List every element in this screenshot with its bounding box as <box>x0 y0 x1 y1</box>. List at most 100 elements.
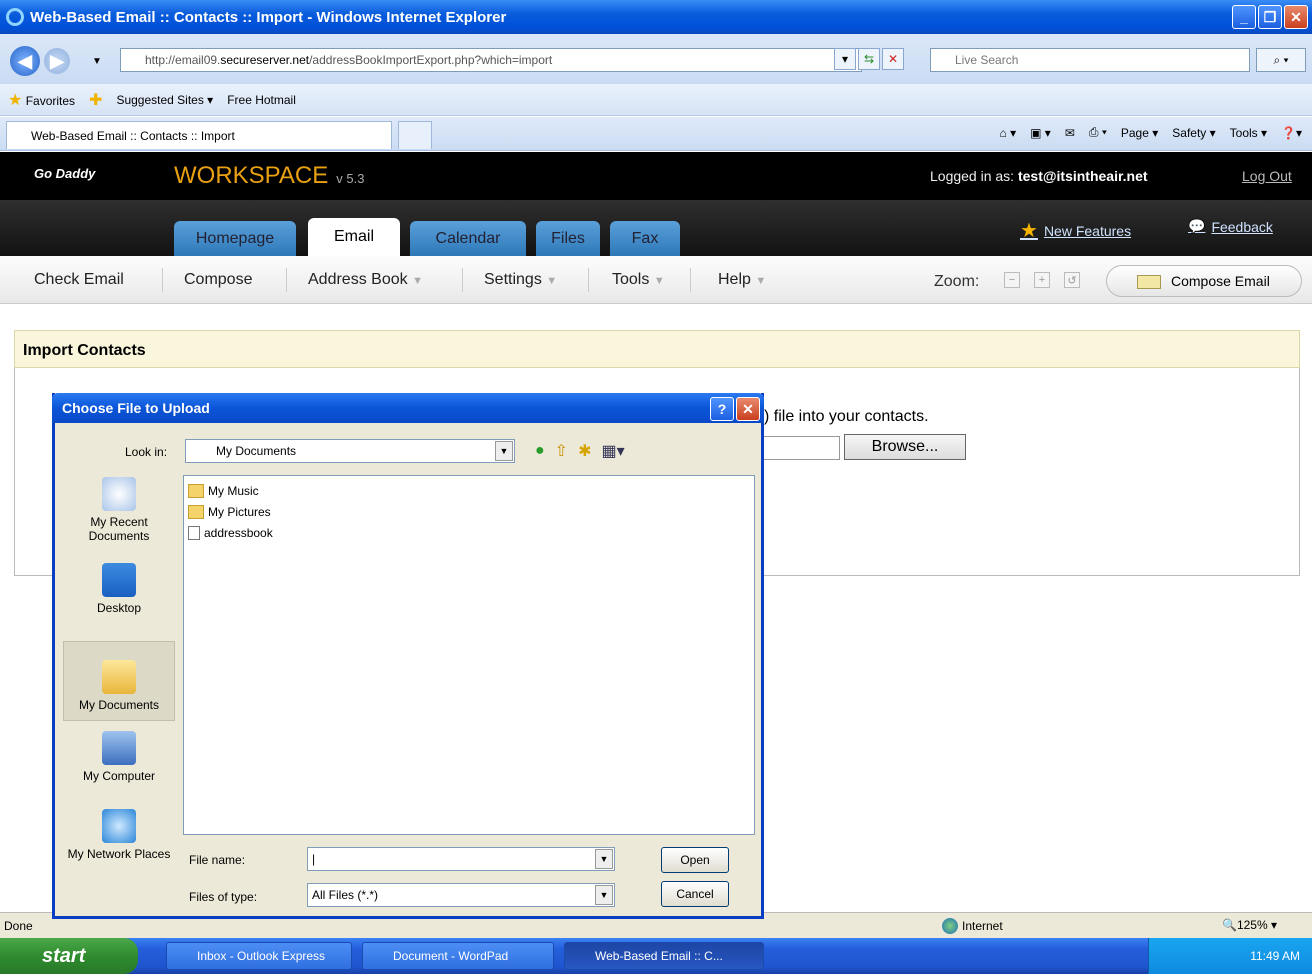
my-documents-icon <box>102 660 136 694</box>
place-my-documents[interactable]: My Documents <box>63 641 175 721</box>
system-tray: 11:49 AM <box>1148 938 1312 974</box>
logged-in-user: test@itsintheair.net <box>1017 168 1148 184</box>
taskbar: start Inbox - Outlook Express Document -… <box>0 938 1312 974</box>
tools-submenu[interactable]: Tools ▼ <box>612 271 665 289</box>
zone-label: Internet <box>962 919 1003 933</box>
workspace-version: v 5.3 <box>336 171 365 186</box>
help-icon[interactable]: ❓▾ <box>1281 126 1302 140</box>
back-button[interactable]: ◀ <box>10 46 40 76</box>
dialog-title: Choose File to Upload <box>62 400 210 416</box>
envelope-icon <box>1137 275 1161 289</box>
minimize-button[interactable]: _ <box>1232 5 1256 29</box>
file-name: My Music <box>208 483 259 498</box>
logout-link[interactable]: Log Out <box>1242 168 1292 184</box>
refresh-icon[interactable]: ⇆ <box>858 48 880 70</box>
zoom-level[interactable]: 🔍125% ▾ <box>1222 918 1277 932</box>
close-button[interactable]: ✕ <box>1284 5 1308 29</box>
safety-menu[interactable]: Safety ▾ <box>1172 126 1215 140</box>
history-dropdown-icon[interactable]: ▼ <box>92 56 102 67</box>
place-desktop[interactable]: Desktop <box>63 559 175 629</box>
new-features-link[interactable]: ★ New Features <box>1020 218 1131 243</box>
clock: 11:49 AM <box>1250 949 1300 963</box>
folder-icon <box>188 504 204 519</box>
list-item[interactable]: My Pictures <box>188 501 750 522</box>
view-menu-icon[interactable]: ▦▾ <box>601 441 624 461</box>
tab-homepage[interactable]: Homepage <box>174 221 296 256</box>
dialog-close-button[interactable]: ✕ <box>736 397 760 421</box>
file-name: addressbook <box>204 525 273 540</box>
files-of-type-value: All Files (*.*) <box>312 888 379 902</box>
tab-files[interactable]: Files <box>536 221 600 256</box>
tools-menu[interactable]: Tools ▾ <box>1230 126 1267 140</box>
tab-email[interactable]: Email <box>308 218 400 256</box>
stop-icon[interactable]: ✕ <box>882 48 904 70</box>
help-label: Help <box>718 271 751 288</box>
go-back-icon[interactable]: ● <box>535 442 545 460</box>
file-list[interactable]: My Music My Pictures addressbook <box>183 475 755 835</box>
place-network-places[interactable]: My Network Places <box>63 809 175 899</box>
files-of-type-label: Files of type: <box>189 890 258 904</box>
start-button[interactable]: start <box>0 938 138 974</box>
print-icon[interactable]: ⎙ ▾ <box>1089 125 1107 140</box>
new-tab-button[interactable] <box>398 121 432 149</box>
mail-icon[interactable]: ✉ <box>1065 126 1075 140</box>
compose-link[interactable]: Compose <box>184 271 252 289</box>
file-name-input[interactable]: | ▼ <box>307 847 615 871</box>
tab-fax[interactable]: Fax <box>610 221 680 256</box>
chevron-down-icon[interactable]: ▼ <box>595 885 613 905</box>
godaddy-logo[interactable]: Go Daddy <box>34 166 95 181</box>
browse-button[interactable]: Browse... <box>844 434 966 460</box>
place-my-computer[interactable]: My Computer <box>63 729 175 809</box>
zoom-out-icon[interactable]: − <box>1004 272 1020 288</box>
settings-menu[interactable]: Settings ▼ <box>484 271 557 289</box>
dialog-help-button[interactable]: ? <box>710 397 734 421</box>
compose-email-button[interactable]: Compose Email <box>1106 265 1302 297</box>
address-book-menu[interactable]: Address Book ▼ <box>308 271 423 289</box>
address-prefix: http://email09. <box>145 53 221 67</box>
star-icon: ★ <box>1020 220 1038 242</box>
place-label: My Recent Documents <box>88 515 150 543</box>
favorites-bar: ★ Favorites ✚ Suggested Sites ▾ Free Hot… <box>0 84 1312 116</box>
taskbar-item-outlook[interactable]: Inbox - Outlook Express <box>166 942 352 970</box>
place-recent-documents[interactable]: My Recent Documents <box>63 473 175 553</box>
chevron-down-icon[interactable]: ▼ <box>595 849 613 869</box>
zoom-label: Zoom: <box>934 273 980 290</box>
feedback-icon: 💬 <box>1188 218 1206 234</box>
add-favorite-icon[interactable]: ✚ <box>89 90 102 110</box>
up-folder-icon[interactable]: ⇧ <box>555 441 568 461</box>
address-dropdown-icon[interactable]: ▾ <box>834 48 856 70</box>
tab-calendar[interactable]: Calendar <box>410 221 526 256</box>
zoom-in-icon[interactable]: + <box>1034 272 1050 288</box>
help-menu[interactable]: Help ▼ <box>718 271 766 289</box>
cancel-button[interactable]: Cancel <box>661 881 729 907</box>
taskbar-item-wordpad[interactable]: Document - WordPad <box>362 942 554 970</box>
page-menu[interactable]: Page ▾ <box>1121 126 1158 140</box>
maximize-button[interactable]: ❐ <box>1258 5 1282 29</box>
search-icon[interactable]: ⌕ ▾ <box>1256 48 1306 72</box>
home-icon[interactable]: ⌂ ▾ <box>1000 126 1017 140</box>
forward-button[interactable]: ▶ <box>44 48 70 74</box>
import-instruction: ) file into your contacts. <box>764 408 929 425</box>
favorites-button[interactable]: ★ Favorites <box>8 90 75 110</box>
look-in-value: My Documents <box>216 444 297 458</box>
file-path-input[interactable] <box>760 436 840 460</box>
free-hotmail-link[interactable]: Free Hotmail <box>227 93 296 107</box>
search-input[interactable]: Live Search <box>930 48 1250 72</box>
address-path: /addressBookImportExport.php?which=impor… <box>309 53 553 67</box>
feeds-icon[interactable]: ▣ ▾ <box>1030 126 1051 140</box>
look-in-select[interactable]: My Documents ▼ <box>185 439 515 463</box>
open-button[interactable]: Open <box>661 847 729 873</box>
check-email-link[interactable]: Check Email <box>34 271 124 289</box>
files-of-type-select[interactable]: All Files (*.*) ▼ <box>307 883 615 907</box>
chevron-down-icon[interactable]: ▼ <box>495 441 513 461</box>
suggested-sites-link[interactable]: Suggested Sites ▾ <box>116 93 213 107</box>
list-item[interactable]: My Music <box>188 480 750 501</box>
taskbar-item-ie[interactable]: Web-Based Email :: C... <box>564 942 764 970</box>
new-folder-icon[interactable]: ✱ <box>578 441 591 461</box>
address-bar[interactable]: http://email09. secureserver.net/addressB… <box>120 48 862 72</box>
list-item[interactable]: addressbook <box>188 522 750 543</box>
address-host: secureserver.net <box>220 53 310 67</box>
feedback-link[interactable]: 💬 Feedback <box>1188 218 1273 235</box>
browser-tab[interactable]: Web-Based Email :: Contacts :: Import <box>6 121 392 149</box>
zoom-reset-icon[interactable]: ↺ <box>1064 272 1080 288</box>
